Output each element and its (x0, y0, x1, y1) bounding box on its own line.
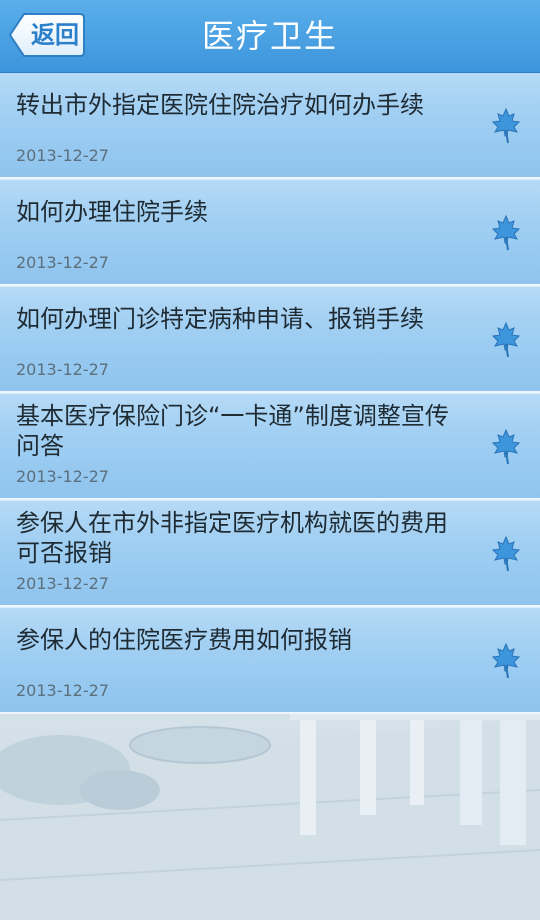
list-item[interactable]: 如何办理住院手续 2013-12-27 (0, 179, 540, 286)
item-title: 基本医疗保险门诊“一卡通”制度调整宣传问答 (16, 402, 449, 460)
item-date: 2013-12-27 (16, 360, 109, 379)
list-item[interactable]: 转出市外指定医院住院治疗如何办手续 2013-12-27 (0, 72, 540, 179)
maple-leaf-icon (492, 643, 520, 679)
list-item[interactable]: 参保人在市外非指定医疗机构就医的费用可否报销 2013-12-27 (0, 500, 540, 607)
item-title: 转出市外指定医院住院治疗如何办手续 (16, 91, 424, 119)
maple-leaf-icon (492, 536, 520, 572)
maple-leaf-icon (492, 215, 520, 251)
page-title: 医疗卫生 (201, 17, 338, 55)
maple-leaf-icon (492, 429, 520, 465)
article-list: 转出市外指定医院住院治疗如何办手续 2013-12-27 如何办理住院手续 20… (0, 72, 540, 714)
item-title: 参保人的住院医疗费用如何报销 (16, 626, 352, 654)
maple-leaf-icon (492, 108, 520, 144)
list-item[interactable]: 如何办理门诊特定病种申请、报销手续 2013-12-27 (0, 286, 540, 393)
item-date: 2013-12-27 (16, 467, 109, 486)
item-title: 如何办理住院手续 (16, 198, 208, 226)
back-button[interactable]: 返回 (8, 12, 86, 58)
item-date: 2013-12-27 (16, 574, 109, 593)
item-title: 如何办理门诊特定病种申请、报销手续 (16, 305, 424, 333)
app-header: 返回 医疗卫生 (0, 0, 540, 73)
list-item[interactable]: 基本医疗保险门诊“一卡通”制度调整宣传问答 2013-12-27 (0, 393, 540, 500)
item-date: 2013-12-27 (16, 146, 109, 165)
item-date: 2013-12-27 (16, 681, 109, 700)
item-title: 参保人在市外非指定医疗机构就医的费用可否报销 (16, 509, 448, 567)
item-date: 2013-12-27 (16, 253, 109, 272)
maple-leaf-icon (492, 322, 520, 358)
back-button-label: 返回 (31, 21, 79, 49)
list-item[interactable]: 参保人的住院医疗费用如何报销 2013-12-27 (0, 607, 540, 714)
